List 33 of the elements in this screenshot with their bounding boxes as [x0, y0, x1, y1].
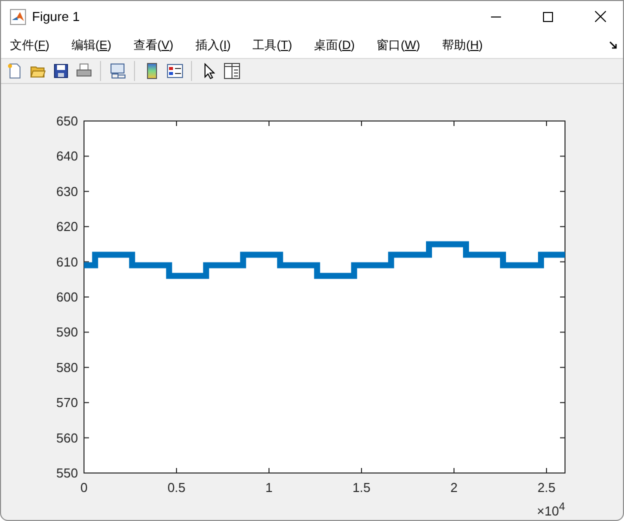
y-tick-label: 590	[56, 324, 78, 340]
y-tick-label: 630	[56, 184, 78, 199]
menu-item[interactable]: 帮助(H)	[436, 34, 489, 56]
window-title: Figure 1	[32, 9, 81, 24]
x-tick-label: 1	[265, 480, 273, 495]
minimize-icon[interactable]	[491, 16, 501, 18]
menu-item[interactable]: 插入(I)	[189, 34, 237, 56]
menu-item[interactable]: 工具(T)	[246, 34, 298, 56]
axis-multiplier: ×10$^{4}$	[536, 501, 565, 518]
x-tick-label: 2.5	[537, 480, 556, 495]
y-tick-label: 550	[56, 466, 78, 480]
menu-item[interactable]: 桌面(D)	[308, 34, 361, 56]
y-tick-label: 600	[56, 290, 78, 304]
y-tick-label: 620	[56, 219, 78, 234]
y-tick-label: 580	[56, 360, 78, 375]
y-tick-label: 560	[56, 430, 78, 446]
x-tick-label: 1.5	[352, 480, 371, 495]
menu-item[interactable]: 文件(F)	[4, 34, 56, 56]
y-tick-label: 650	[56, 114, 78, 128]
menu-item[interactable]: 窗口(W)	[370, 34, 426, 56]
maximize-icon[interactable]	[543, 12, 553, 22]
x-tick-label: 2	[450, 480, 458, 495]
y-tick-label: 610	[56, 254, 78, 270]
y-tick-label: 640	[56, 148, 78, 164]
menu-item[interactable]: 查看(V)	[127, 34, 180, 56]
app-logo-icon	[10, 8, 26, 24]
menu-item[interactable]: 编辑(E)	[65, 34, 118, 56]
close-icon[interactable]	[594, 11, 606, 22]
y-tick-label: 570	[56, 395, 78, 410]
x-tick-label: 0	[80, 480, 88, 495]
dock-arrow-icon[interactable]	[609, 41, 617, 49]
x-tick-label: 0.5	[167, 480, 186, 495]
property-panel-icon[interactable]	[221, 60, 242, 82]
